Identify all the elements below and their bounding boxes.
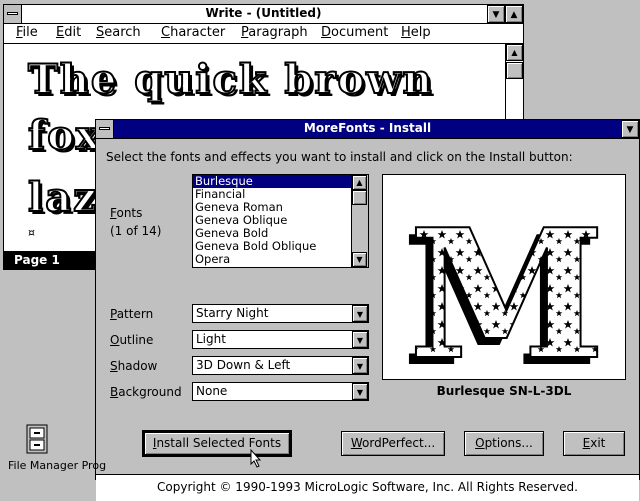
background-dropdown[interactable]: None ▼: [192, 382, 369, 401]
morefonts-titlebar[interactable]: MoreFonts - Install ▼: [96, 120, 639, 139]
dialog-system-menu-icon[interactable]: [96, 120, 114, 138]
mouse-cursor-icon: [250, 449, 262, 468]
preview-glyph-icon: M M: [401, 189, 606, 406]
pattern-value: Starry Night: [196, 306, 269, 320]
pattern-dropdown[interactable]: Starry Night ▼: [192, 304, 369, 323]
menu-file[interactable]: File: [16, 23, 38, 43]
shadow-label: Shadow: [110, 359, 158, 373]
write-titlebar[interactable]: Write - (Untitled) ▼ ▲: [4, 5, 523, 24]
outline-value: Light: [196, 332, 226, 346]
background-value: None: [196, 384, 228, 398]
scroll-up-icon[interactable]: ▲: [506, 44, 523, 61]
maximize-icon[interactable]: ▲: [505, 5, 523, 23]
fonts-listbox[interactable]: Burlesque Financial Geneva Roman Geneva …: [192, 174, 369, 268]
shadow-value: 3D Down & Left: [196, 358, 291, 372]
font-preview: M M: [382, 174, 626, 406]
write-system-menu-icon[interactable]: [4, 5, 22, 23]
install-selected-fonts-button[interactable]: Install Selected Fonts: [142, 430, 292, 457]
background-label: Background: [110, 385, 182, 399]
list-scroll-thumb[interactable]: [352, 190, 367, 205]
write-menubar: File Edit Search Character Paragraph Doc…: [4, 23, 523, 44]
morefonts-dialog: MoreFonts - Install ▼ Select the fonts a…: [95, 119, 640, 501]
menu-edit[interactable]: Edit: [56, 23, 81, 43]
list-scroll-down-icon[interactable]: ▼: [352, 252, 367, 267]
pattern-dropdown-arrow-icon[interactable]: ▼: [352, 305, 368, 322]
pattern-label: Pattern: [110, 307, 154, 321]
wordperfect-button[interactable]: WordPerfect...: [341, 431, 445, 456]
instruction-text: Select the fonts and effects you want to…: [106, 150, 573, 164]
menu-file-rest: ile: [22, 25, 38, 40]
write-title: Write - (Untitled): [205, 6, 322, 20]
copyright-footer: Copyright © 1990-1993 MicroLogic Softwar…: [96, 474, 639, 501]
doc-line-2: fox: [27, 111, 102, 160]
dialog-body: Select the fonts and effects you want to…: [96, 139, 639, 501]
exit-button[interactable]: Exit: [563, 431, 625, 456]
end-mark: ¤: [28, 226, 35, 239]
menu-search[interactable]: Search: [96, 23, 141, 43]
file-manager-icon[interactable]: [26, 424, 48, 454]
list-scroll-up-icon[interactable]: ▲: [352, 175, 367, 190]
dialog-minimize-icon[interactable]: ▼: [621, 120, 639, 138]
file-manager-label[interactable]: File Manager Prog: [8, 459, 106, 472]
outline-dropdown[interactable]: Light ▼: [192, 330, 369, 349]
minimize-icon[interactable]: ▼: [487, 5, 505, 23]
morefonts-title: MoreFonts - Install: [303, 121, 432, 135]
outline-label: Outline: [110, 333, 154, 347]
menu-document[interactable]: Document: [321, 23, 388, 43]
background-dropdown-arrow-icon[interactable]: ▼: [352, 383, 368, 400]
preview-letter: M: [408, 190, 605, 379]
fonts-list-scrollbar[interactable]: ▲ ▼: [351, 175, 368, 267]
shadow-dropdown-arrow-icon[interactable]: ▼: [352, 357, 368, 374]
options-button[interactable]: Options...: [464, 431, 544, 456]
doc-line-3: laz: [27, 173, 98, 222]
shadow-dropdown[interactable]: 3D Down & Left ▼: [192, 356, 369, 375]
fonts-label: Fonts: [110, 206, 143, 220]
scroll-thumb[interactable]: [506, 62, 523, 79]
fonts-count: (1 of 14): [110, 224, 162, 238]
menu-paragraph[interactable]: Paragraph: [241, 23, 308, 43]
menu-character[interactable]: Character: [161, 23, 225, 43]
font-item-opera[interactable]: Opera: [193, 253, 368, 266]
menu-help[interactable]: Help: [401, 23, 431, 43]
preview-caption: Burlesque SN-L-3DL: [436, 384, 572, 398]
doc-line-1: The quick brown: [27, 55, 434, 104]
outline-dropdown-arrow-icon[interactable]: ▼: [352, 331, 368, 348]
